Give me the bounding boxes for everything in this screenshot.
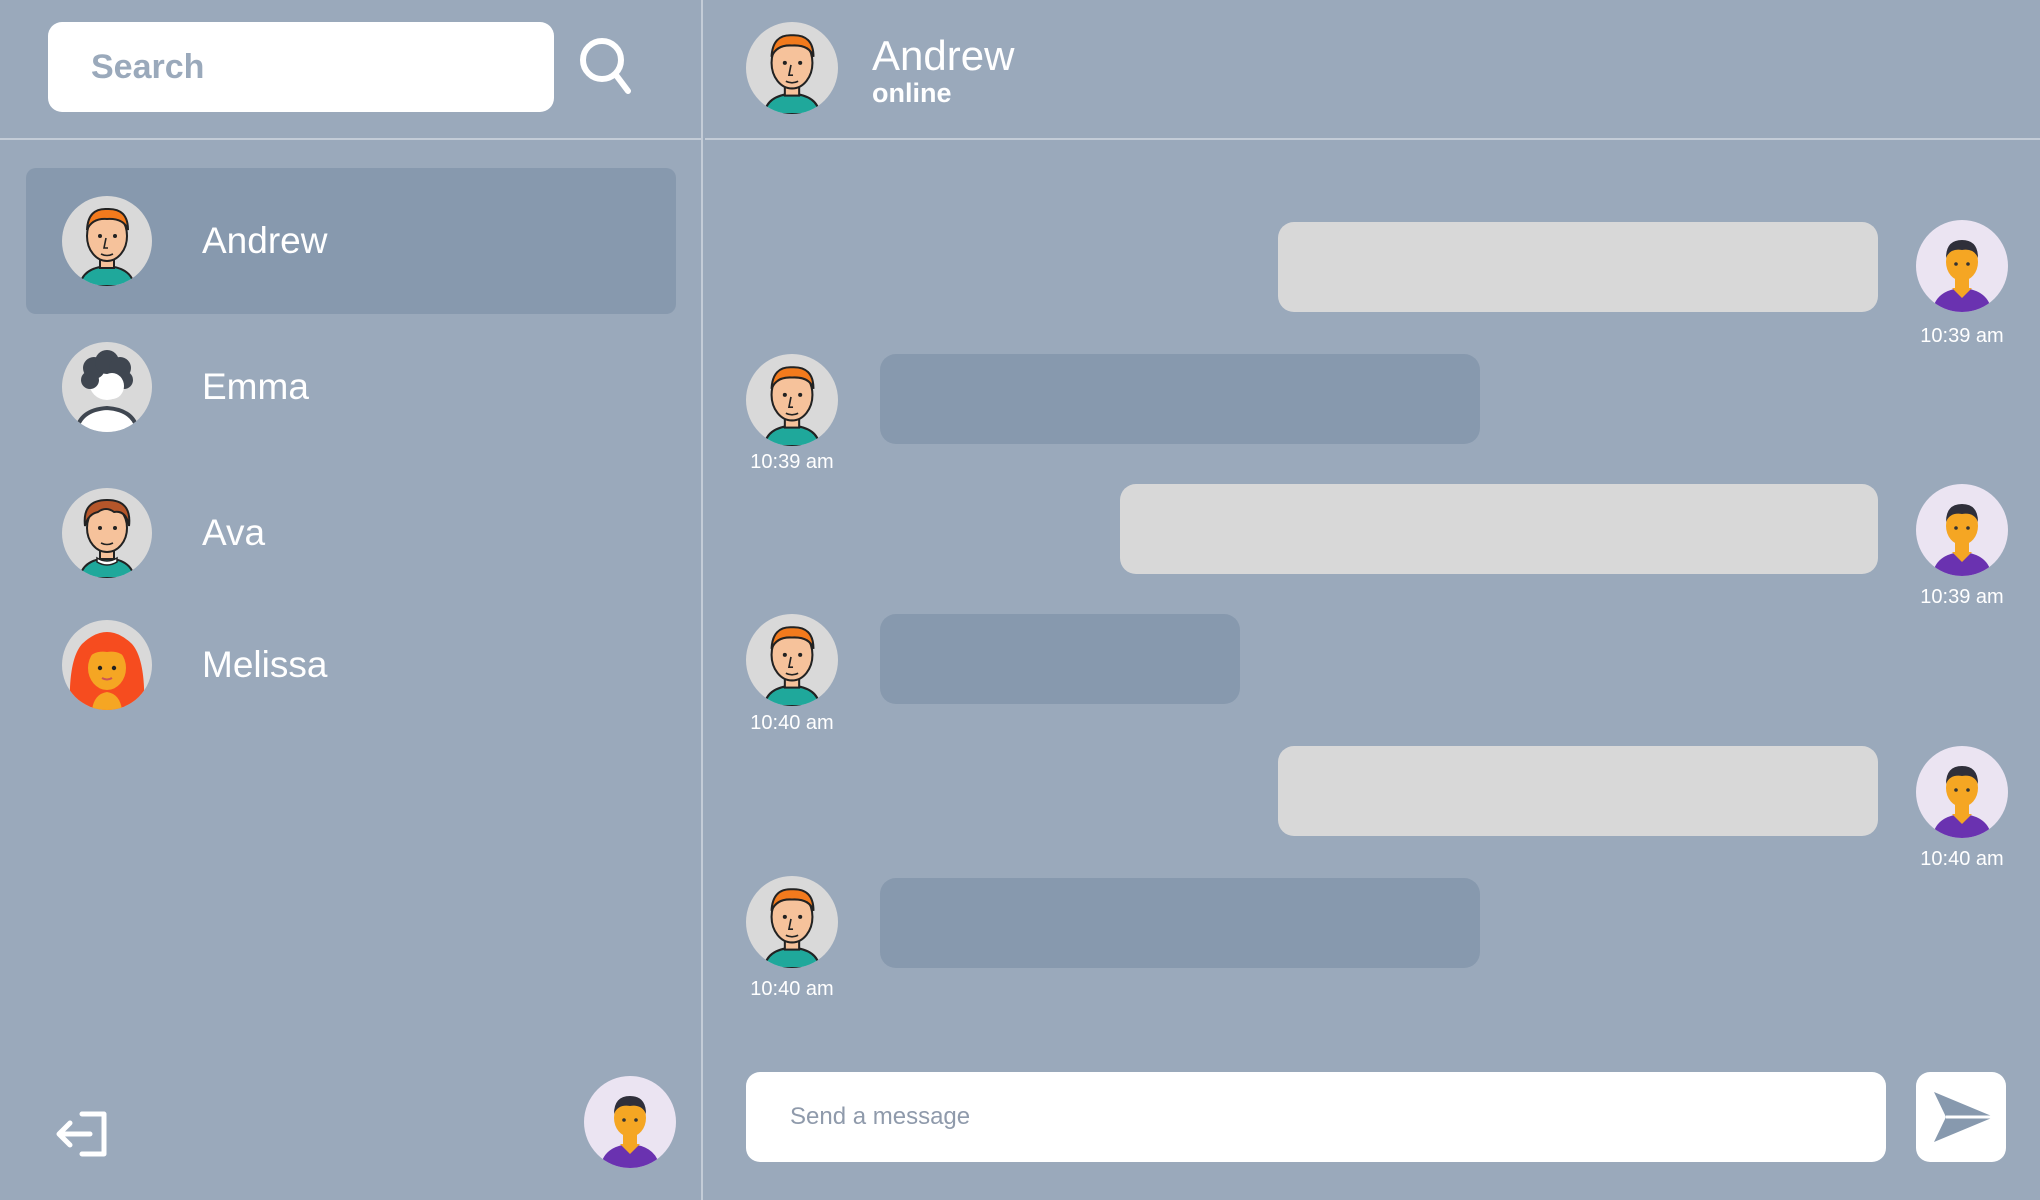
message-input[interactable] [746, 1072, 1886, 1162]
contact-name: Melissa [202, 644, 328, 685]
andrew-avatar [746, 354, 838, 446]
contact-item-ava[interactable]: Ava [26, 460, 676, 606]
my-avatar[interactable] [584, 1076, 676, 1168]
contact-item-andrew[interactable]: Andrew [26, 168, 676, 314]
message-timestamp: 10:39 am [750, 451, 834, 473]
andrew-avatar [746, 876, 838, 968]
melissa-avatar [62, 620, 152, 710]
message-bubble-outgoing[interactable] [1120, 484, 1878, 574]
message-bubble-outgoing[interactable] [1278, 746, 1878, 836]
message-bubble-incoming[interactable] [880, 354, 1480, 444]
andrew-avatar [746, 614, 838, 706]
message-timestamp: 10:40 am [750, 712, 834, 734]
chat-status: online [872, 78, 952, 108]
message-bubble-incoming[interactable] [880, 614, 1240, 704]
contact-name: Emma [202, 366, 309, 407]
message-timestamp: 10:39 am [1920, 325, 2004, 347]
my-avatar [1916, 220, 2008, 312]
chat-title: Andrew [872, 32, 1015, 79]
message-timestamp: 10:40 am [750, 978, 834, 1000]
send-button[interactable] [1916, 1072, 2006, 1162]
logout-icon[interactable] [54, 1110, 110, 1158]
search-icon[interactable] [576, 34, 638, 98]
ava-avatar [62, 488, 152, 578]
contacts-sidebar: Andrew Emma [0, 0, 703, 1200]
emma-avatar [62, 342, 152, 432]
my-avatar [1916, 484, 2008, 576]
send-icon [1934, 1092, 1994, 1142]
chat-header: Andrew online [705, 0, 2040, 140]
search-input[interactable] [48, 22, 554, 112]
contact-item-melissa[interactable]: Melissa [26, 592, 676, 738]
contact-name: Ava [202, 512, 266, 553]
andrew-avatar [62, 196, 152, 286]
contact-name: Andrew [202, 220, 328, 261]
andrew-avatar [746, 22, 838, 114]
message-timestamp: 10:39 am [1920, 586, 2004, 608]
message-timestamp: 10:40 am [1920, 848, 2004, 870]
sidebar-header [0, 0, 703, 140]
my-avatar [1916, 746, 2008, 838]
contact-item-emma[interactable]: Emma [26, 314, 676, 460]
message-bubble-outgoing[interactable] [1278, 222, 1878, 312]
message-bubble-incoming[interactable] [880, 878, 1480, 968]
